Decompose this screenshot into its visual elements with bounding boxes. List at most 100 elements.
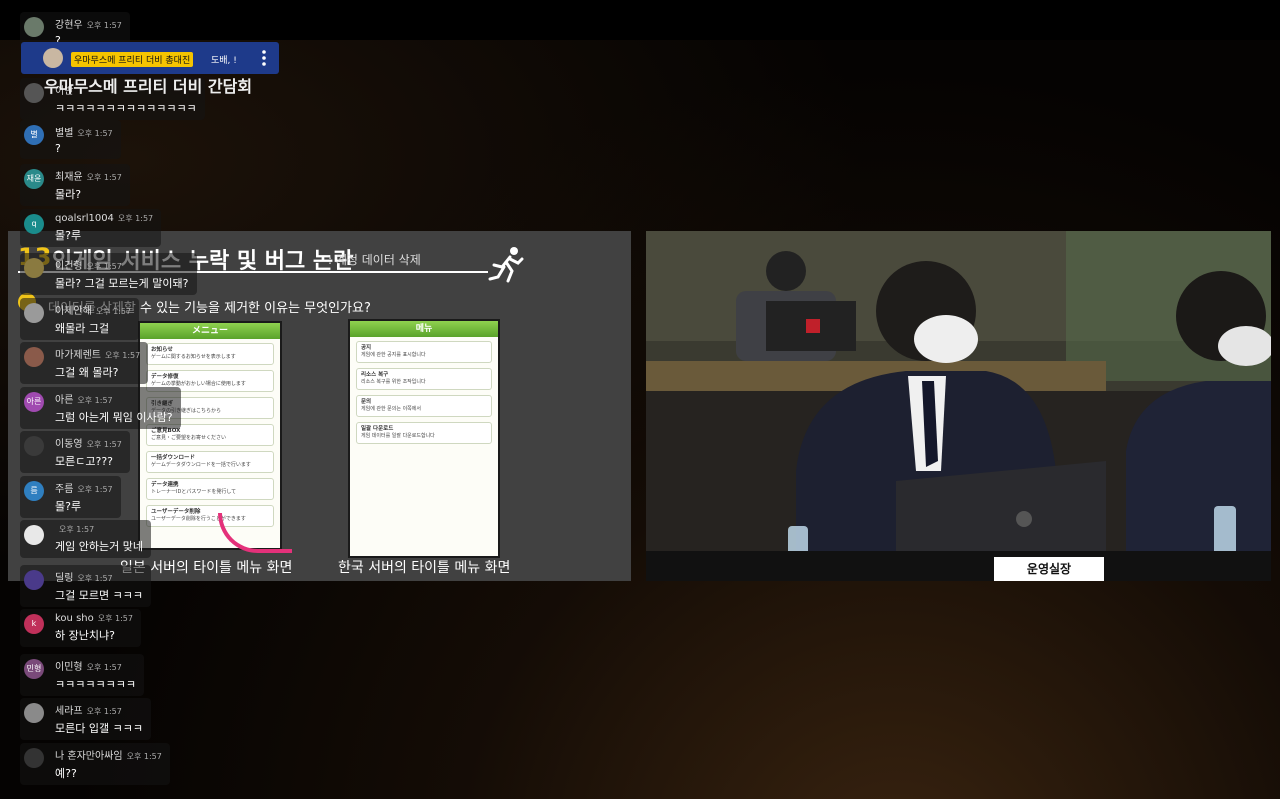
pinned-ticker[interactable]: 우마무스메 프리티 더비 총대진 도배, ! (21, 42, 279, 74)
chat-author[interactable]: 별별 (55, 128, 73, 139)
chat-text: 몰라? (55, 188, 82, 201)
chat-avatar[interactable]: 별 (24, 125, 44, 145)
chat-avatar[interactable] (24, 83, 44, 103)
nameplate: 운영실장 (994, 557, 1104, 581)
chat-avatar[interactable]: q (24, 214, 44, 234)
chat-avatar[interactable] (24, 17, 44, 37)
chat-timestamp: 오후 1:57 (86, 173, 122, 182)
chat-timestamp: 오후 1:57 (95, 307, 132, 316)
chat-message: 이제안해 오후 1:57 왜몰라 그걸 (20, 298, 140, 340)
ticker-avatar (43, 48, 63, 68)
chat-avatar[interactable] (24, 436, 44, 456)
chat-author[interactable]: 최재윤 (55, 172, 83, 183)
chat-message: k kou sho 오후 1:57 하 장난치냐? (20, 609, 141, 647)
chat-avatar[interactable] (24, 570, 44, 590)
chat-text: 모른다 입갤 ㅋㅋㅋ (55, 722, 143, 735)
overlay-heading: 우마무스메 프리티 더비 간담회 (44, 77, 253, 96)
chat-timestamp: 오후 1:57 (86, 707, 122, 716)
chat-text: 몰?루 (55, 229, 82, 242)
kr-menu-row: 문의 게임에 관한 문의는 이쪽에서 (356, 395, 492, 417)
chat-message: 마가제렌트 오후 1:57 그걸 왜 몰라? (20, 342, 149, 384)
ticker-badge: 우마무스메 프리티 더비 총대진 (71, 52, 194, 67)
chat-author[interactable]: 이건형 (55, 261, 83, 272)
chat-timestamp: 오후 1:57 (86, 262, 122, 271)
chat-author[interactable]: 마가제렌트 (55, 350, 101, 361)
chat-avatar[interactable] (24, 303, 44, 323)
chat-avatar[interactable]: 름 (24, 481, 44, 501)
more-vert-icon[interactable] (259, 48, 269, 68)
chat-message: 딜링 오후 1:57 그걸 모르면 ㅋㅋㅋ (20, 565, 151, 607)
chat-text: 게임 안하는거 맞네 (55, 540, 143, 553)
chat-text: 예?? (55, 767, 77, 780)
chat-author[interactable]: 세라프 (55, 706, 83, 717)
chat-author[interactable]: 이민형 (55, 662, 83, 673)
kr-menu-title: 메뉴 (350, 321, 498, 337)
chat-timestamp: 오후 1:57 (86, 21, 122, 30)
chat-message: 나 혼자만아싸임 오후 1:57 예?? (20, 743, 170, 785)
chat-avatar[interactable]: 아른 (24, 392, 44, 412)
chat-timestamp: 오후 1:57 (86, 663, 122, 672)
chat-timestamp: 오후 1:57 (77, 129, 113, 138)
chat-avatar[interactable] (24, 703, 44, 723)
chat-avatar[interactable] (24, 347, 44, 367)
chat-message: q qoalsrl1004 오후 1:57 몰?루 (20, 209, 162, 247)
kr-menu-row-desc: 리소스 복구를 위한 조작입니다 (361, 379, 426, 385)
chat-timestamp: 오후 1:57 (97, 614, 133, 623)
chat-text: 몰라? 그걸 모르는게 말이돼? (55, 277, 189, 290)
chat-message: 오후 1:57 게임 안하는거 맞네 (20, 520, 151, 558)
meeting-scene (646, 231, 1271, 581)
caption-korea: 한국 서버의 타이틀 메뉴 화면 (338, 560, 511, 576)
chat-avatar[interactable] (24, 748, 44, 768)
chat-message: 재윤 최재윤 오후 1:57 몰라? (20, 164, 130, 206)
chat-text: 몰?루 (55, 500, 82, 513)
kr-menu-row: 리소스 복구 리소스 복구를 위한 조작입니다 (356, 368, 492, 390)
chat-message: 별 별별 오후 1:57? (20, 120, 121, 159)
chat-timestamp: 오후 1:57 (77, 485, 113, 494)
chat-author[interactable]: 주름 (55, 484, 73, 495)
chat-avatar[interactable]: k (24, 614, 44, 634)
chat-author[interactable]: kou sho (55, 613, 94, 624)
chat-avatar[interactable]: 민형 (24, 659, 44, 679)
kr-menu-row-title: 문의 (361, 399, 372, 405)
live-chat: 강현우 오후 1:57? 이반 ㅋㅋㅋㅋㅋㅋㅋㅋㅋㅋㅋㅋㅋㅋ 별 별별 오후 1:57? 재윤… (20, 0, 320, 799)
ticker-text: 도배, ! (211, 56, 237, 66)
chat-author[interactable]: 아른 (55, 395, 73, 406)
kr-menu-row-desc: 게임에 관한 공지를 표시합니다 (361, 352, 426, 358)
chat-timestamp: 오후 1:57 (59, 525, 95, 534)
kr-menu-row-desc: 게임에 관한 문의는 이쪽에서 (361, 406, 421, 412)
chat-text: 그럼 아는게 뭐임 이사람? (55, 411, 173, 424)
chat-timestamp: 오후 1:57 (126, 752, 162, 761)
chat-avatar[interactable] (24, 258, 44, 278)
chat-message: 아른 아른 오후 1:57 그럼 아는게 뭐임 이사람? (20, 387, 181, 429)
chat-timestamp: 오후 1:57 (117, 214, 154, 223)
kr-menu-row-title: 공지 (361, 345, 372, 351)
slide-subtitle: : 계정 데이터 삭제 (328, 253, 421, 267)
chat-text: ㅋㅋㅋㅋㅋㅋㅋㅋㅋㅋㅋㅋㅋㅋ (55, 102, 197, 115)
chat-avatar[interactable]: 재윤 (24, 169, 44, 189)
kr-menu-screenshot: 메뉴 공지 게임에 관한 공지를 표시합니다리소스 복구 리소스 복구를 위한 조작… (348, 319, 500, 558)
chat-timestamp: 오후 1:57 (77, 574, 113, 583)
chat-author[interactable]: 이제안해 (55, 306, 92, 317)
chat-timestamp: 오후 1:57 (105, 351, 141, 360)
chat-author[interactable]: 딜링 (55, 573, 73, 584)
chat-text: 하 장난치냐? (55, 629, 115, 642)
chat-message: 름 주름 오후 1:57 몰?루 (20, 476, 121, 518)
kr-menu-row: 일괄 다운로드 게임 데이터를 일괄 다운로드합니다 (356, 422, 492, 444)
chat-text: 그걸 왜 몰라? (55, 366, 119, 379)
chat-message: 이건형 오후 1:57 몰라? 그걸 모르는게 말이돼? (20, 253, 197, 295)
runner-icon (488, 247, 524, 283)
chat-author[interactable]: 강현우 (55, 20, 83, 31)
chat-text: 그걸 모르면 ㅋㅋㅋ (55, 589, 143, 602)
kr-menu-row-desc: 게임 데이터를 일괄 다운로드합니다 (361, 433, 435, 439)
chat-text: 왜몰라 그걸 (55, 322, 110, 335)
chat-author[interactable]: qoalsrl1004 (55, 213, 114, 224)
chat-author[interactable]: 이동영 (55, 439, 83, 450)
chat-author[interactable]: 나 혼자만아싸임 (55, 751, 123, 762)
chat-text: ㅋㅋㅋㅋㅋㅋㅋㅋ (55, 678, 136, 691)
chat-avatar[interactable] (24, 525, 44, 545)
chat-text: ? (55, 142, 61, 155)
chat-message: 세라프 오후 1:57 모른다 입갤 ㅋㅋㅋ (20, 698, 151, 740)
kr-menu-row: 공지 게임에 관한 공지를 표시합니다 (356, 341, 492, 363)
chat-message: 이동영 오후 1:57 모른ㄷ고??? (20, 431, 130, 473)
kr-menu-row-title: 일괄 다운로드 (361, 426, 394, 432)
